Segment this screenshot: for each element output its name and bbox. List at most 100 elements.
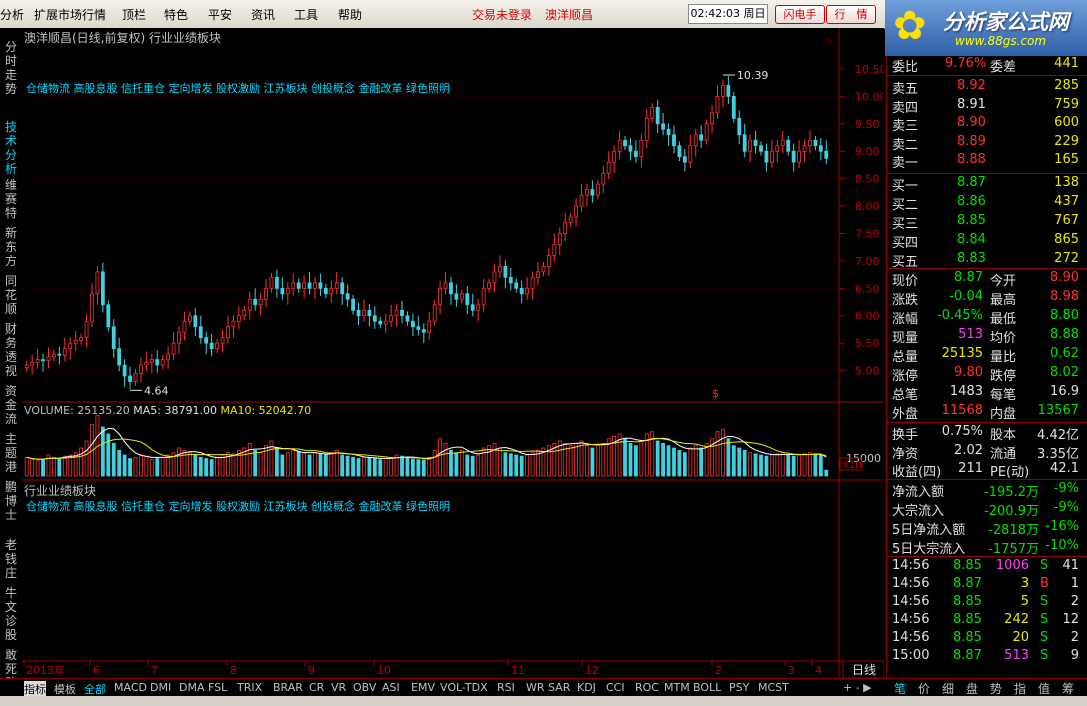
indicator-tab[interactable]: BRAR [273, 681, 303, 694]
indicator-tab[interactable]: DMI [150, 681, 171, 694]
candle-body [149, 359, 154, 363]
tab-theme[interactable]: 主题港 [3, 432, 19, 474]
tab-fund-flow[interactable]: 资金流 [3, 384, 19, 426]
volume-bar [449, 449, 453, 477]
indicator-tab[interactable]: 模板 [54, 681, 76, 697]
menu-extended-market[interactable]: 扩展市场行情 [34, 6, 106, 23]
indicator-tab[interactable]: BOLL [693, 681, 721, 694]
detail-tab[interactable]: 筹 [1062, 680, 1074, 697]
candle-body [323, 287, 328, 295]
diamond-icon[interactable]: ◇ [825, 36, 833, 47]
indicator-tab[interactable]: SAR [548, 681, 570, 694]
kline-chart[interactable]: 5.00 5.50 6.00 6.50 7.00 7.50 8.00 8.50 9.00 9.50… [22, 28, 884, 678]
tab-laoqianzhuang[interactable]: 老钱庄 [3, 538, 19, 580]
volume-bar [764, 455, 769, 477]
candle-body [193, 315, 198, 328]
volume-bar [432, 449, 437, 477]
menu-features[interactable]: 特色 [164, 6, 188, 23]
indicator-tab[interactable]: VR [331, 681, 346, 694]
menu-tools[interactable]: 工具 [294, 6, 318, 23]
flow-value: -195.2万 [984, 485, 1039, 500]
indicator-tab[interactable]: FSL [208, 681, 227, 694]
volume-bar [351, 456, 355, 477]
detail-tab[interactable]: 细 [942, 680, 954, 697]
candle-body [307, 282, 312, 289]
candle-body [677, 145, 682, 158]
period-label[interactable]: 日线 [852, 663, 876, 677]
tab-weisaite[interactable]: 维赛特 [3, 178, 19, 220]
volume-bar [411, 458, 415, 477]
tab-pengboshi[interactable]: 鹏博士 [3, 480, 19, 522]
fund-label: 收益(四) [892, 465, 942, 480]
indicator-tab[interactable]: WR [526, 681, 545, 694]
panel-divider [887, 556, 1087, 557]
bid-volume: 767 [1054, 213, 1079, 228]
candle-body [563, 222, 568, 234]
candle-body [345, 293, 350, 300]
flower-icon: ✿ [893, 3, 927, 49]
candle-body [688, 145, 693, 163]
volume-bar [247, 442, 252, 477]
indicator-tab[interactable]: CCI [606, 681, 625, 694]
indicator-tab[interactable]: 指标 [24, 681, 46, 697]
volume-bar [427, 456, 432, 477]
tick-row: 14:56 8.85 5 S 2 [887, 594, 1085, 613]
volume-bar [160, 456, 165, 477]
zoom-controls[interactable]: + - ▶ [843, 681, 872, 694]
stat-label: 均价 [990, 331, 1017, 346]
time-label: 10 [377, 664, 391, 677]
indicator-tab[interactable]: PSY [729, 681, 749, 694]
panel-divider [887, 75, 1087, 76]
tab-xindongfang[interactable]: 新东方 [3, 226, 19, 268]
volume-bar [334, 449, 339, 477]
menu-help[interactable]: 帮助 [338, 6, 362, 23]
indicator-tab[interactable]: VOL-TDX [440, 681, 488, 694]
volume-bar [405, 457, 410, 477]
panel-divider [887, 422, 1087, 423]
volume-bar [753, 453, 758, 477]
tab-finance[interactable]: 财务透视 [3, 322, 19, 378]
candle-body [557, 233, 562, 245]
indicator-tab[interactable]: DMA [179, 681, 205, 694]
indicator-tab[interactable]: OBV [353, 681, 376, 694]
indicator-tab[interactable]: EMV [411, 681, 435, 694]
event-marker-icon[interactable]: $ [712, 387, 719, 400]
indicator-tab[interactable]: ROC [635, 681, 659, 694]
detail-tab[interactable]: 价 [918, 680, 930, 697]
tick-price: 8.87 [953, 648, 982, 663]
tab-technical[interactable]: 技术分析 [3, 120, 19, 176]
ask-price: 8.90 [957, 115, 986, 130]
volume-bar [470, 455, 475, 477]
menu-pingan[interactable]: 平安 [208, 6, 232, 23]
tab-intraday[interactable]: 分时走势 [3, 40, 19, 96]
tab-tonghuashun[interactable]: 同花顺 [3, 274, 19, 316]
indicator-tab[interactable]: MTM [664, 681, 690, 694]
tick-count: 41 [1062, 558, 1079, 573]
tab-niuwen[interactable]: 牛文诊股 [3, 586, 19, 642]
stat-value: -0.04 [949, 289, 983, 304]
detail-tab[interactable]: 势 [990, 680, 1002, 697]
detail-tab[interactable]: 盘 [966, 680, 978, 697]
indicator-tab[interactable]: CR [309, 681, 324, 694]
volume-bar [52, 456, 56, 477]
indicator-tab[interactable]: RSI [497, 681, 515, 694]
flash-trade-button[interactable]: 闪电手 [775, 5, 825, 24]
bid-row: 买四 8.84 865 [887, 232, 1085, 251]
indicator-tab[interactable]: TRIX [237, 681, 262, 694]
candle-body [73, 340, 78, 344]
indicator-tab[interactable]: MCST [758, 681, 789, 694]
candle-body [438, 287, 442, 306]
detail-tab[interactable]: 值 [1038, 680, 1050, 697]
quote-button[interactable]: 行 情 [826, 5, 876, 24]
detail-tab[interactable]: 笔 [894, 680, 906, 697]
volume-bar [639, 440, 644, 477]
detail-tab[interactable]: 指 [1014, 680, 1026, 697]
indicator-tab[interactable]: MACD [114, 681, 147, 694]
menu-top-bar[interactable]: 顶栏 [122, 6, 146, 23]
menu-news[interactable]: 资讯 [251, 6, 275, 23]
indicator-tab[interactable]: ASI [382, 681, 400, 694]
indicator-tab[interactable]: KDJ [577, 681, 596, 694]
indicator-tab[interactable]: 全部 [84, 681, 106, 697]
trade-status[interactable]: 交易未登录 [472, 6, 532, 23]
menu-analysis[interactable]: 分析 [0, 6, 24, 23]
